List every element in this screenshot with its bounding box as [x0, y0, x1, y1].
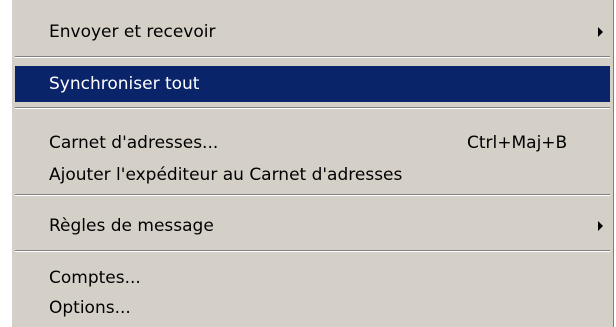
menu-item-add-sender[interactable]: Ajouter l'expéditeur au Carnet d'adresse… [12, 157, 613, 193]
menu-item-label: Envoyer et recevoir [49, 22, 216, 42]
menu-item-address-book[interactable]: Carnet d'adresses... Ctrl+Maj+B [12, 125, 613, 161]
chevron-right-icon [598, 221, 603, 231]
menu-item-label: Carnet d'adresses... [49, 133, 219, 153]
menu-item-options[interactable]: Options... [12, 290, 613, 326]
menu-item-sync-all[interactable]: Synchroniser tout [15, 66, 610, 102]
menu-item-message-rules[interactable]: Règles de message [12, 208, 613, 244]
chevron-right-icon [598, 27, 603, 37]
menu-separator [15, 250, 610, 252]
menu-item-label: Règles de message [49, 216, 214, 236]
menu-item-shortcut: Ctrl+Maj+B [467, 133, 568, 153]
menu-item-label: Ajouter l'expéditeur au Carnet d'adresse… [49, 165, 403, 185]
menu-separator [15, 194, 610, 196]
tools-menu: Envoyer et recevoir Synchroniser tout Ca… [12, 0, 614, 327]
menu-item-label: Options... [49, 298, 131, 318]
menu-item-label: Synchroniser tout [49, 74, 200, 94]
menu-separator [15, 107, 610, 109]
menu-item-send-receive[interactable]: Envoyer et recevoir [12, 14, 613, 50]
menu-separator [15, 56, 610, 58]
